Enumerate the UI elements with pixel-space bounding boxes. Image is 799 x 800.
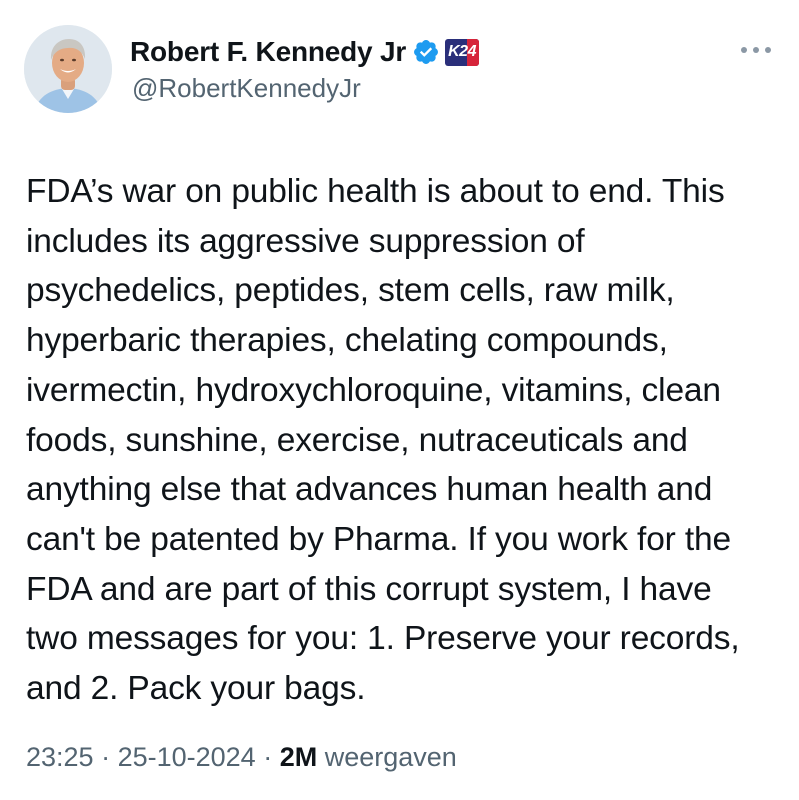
- more-options-button[interactable]: [734, 40, 778, 60]
- affiliation-badge-icon[interactable]: K24: [445, 38, 480, 66]
- tweet-meta: 23:25 · 25-10-2024 · 2M weergaven: [26, 742, 457, 773]
- tweet-date[interactable]: 25-10-2024: [118, 742, 256, 772]
- profile-photo-icon: [24, 25, 112, 113]
- tweet-card: Robert F. Kennedy Jr K24 @RobertKennedyJ…: [0, 0, 799, 800]
- views-count[interactable]: 2M: [280, 742, 318, 772]
- author-handle[interactable]: @RobertKennedyJr: [132, 73, 361, 104]
- avatar[interactable]: [24, 25, 112, 113]
- views-label: weergaven: [324, 742, 457, 772]
- author-name[interactable]: Robert F. Kennedy Jr: [130, 36, 406, 68]
- tweet-time[interactable]: 23:25: [26, 742, 94, 772]
- meta-separator: ·: [93, 742, 118, 772]
- author-name-row: Robert F. Kennedy Jr K24: [130, 34, 480, 70]
- more-horizontal-icon: [741, 47, 771, 53]
- verified-badge-icon[interactable]: [412, 38, 440, 66]
- tweet-text: FDA’s war on public health is about to e…: [26, 173, 740, 708]
- affiliation-badge-text: K24: [448, 43, 476, 60]
- meta-separator: ·: [255, 742, 280, 772]
